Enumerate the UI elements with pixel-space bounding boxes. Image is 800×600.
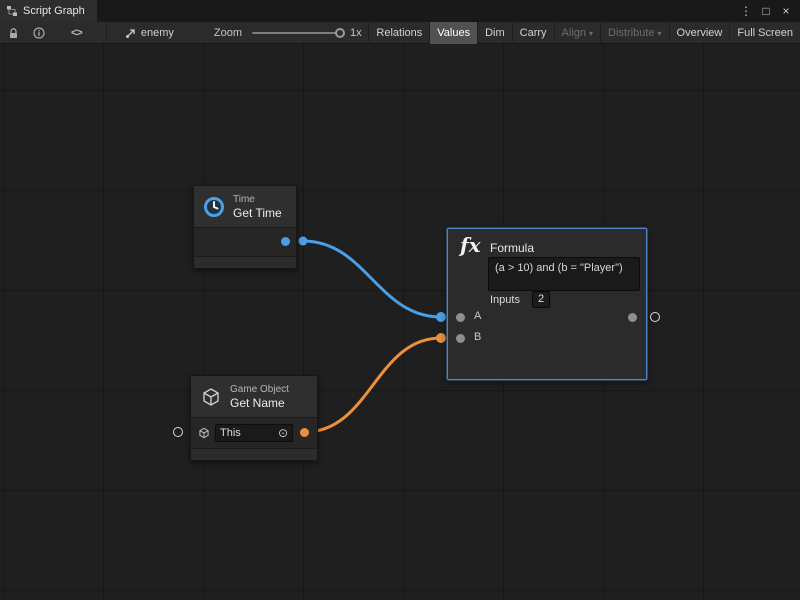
graph-toolbar: <> enemy Zoom 1x Relations Values Dim Ca… [0, 22, 800, 44]
node-get-time-body [194, 228, 296, 256]
dropdown-arrow-icon: ▾ [589, 29, 593, 38]
clock-icon [202, 195, 226, 219]
zoom-slider-handle[interactable] [335, 28, 345, 38]
node-category: Game Object [230, 384, 289, 396]
toolbar-button-relations[interactable]: Relations [368, 22, 429, 44]
toolbar-button-overview[interactable]: Overview [669, 22, 730, 44]
zoom-slider[interactable] [252, 32, 340, 34]
zoom-value: 1x [350, 27, 362, 39]
lock-icon [8, 27, 19, 39]
output-port-result-unconnected[interactable] [650, 312, 660, 322]
toolbar-button-group: Relations Values Dim Carry Align ▾ Distr… [368, 22, 800, 44]
output-port-time[interactable] [281, 237, 290, 246]
tab-title: Script Graph [23, 5, 85, 17]
object-picker-icon[interactable]: ⊙ [278, 426, 288, 440]
node-title: Get Name [230, 396, 289, 410]
output-port-name[interactable] [300, 428, 309, 437]
close-button[interactable]: × [778, 4, 794, 18]
output-port-result[interactable] [628, 313, 637, 322]
toolbar-button-distribute[interactable]: Distribute ▾ [600, 22, 668, 44]
node-get-name[interactable]: Game Object Get Name This ⊙ [190, 375, 318, 461]
wire-endpoint-dot[interactable] [436, 333, 446, 343]
input-port-b[interactable] [456, 334, 465, 343]
toolbar-button-fullscreen[interactable]: Full Screen [729, 22, 800, 44]
node-get-name-body: This ⊙ [191, 418, 317, 448]
port-b-label: B [474, 331, 481, 343]
script-graph-icon [6, 5, 18, 17]
node-title: Get Time [233, 206, 282, 220]
graph-canvas[interactable]: Time Get Time Game Object Get Name [0, 44, 800, 600]
input-port-target-unconnected[interactable] [173, 427, 183, 437]
node-footer [194, 256, 296, 268]
tab-script-graph[interactable]: Script Graph [0, 0, 97, 22]
inputs-label: Inputs [490, 294, 520, 306]
graph-name-breadcrumb[interactable]: enemy [125, 27, 174, 39]
node-get-time[interactable]: Time Get Time [193, 185, 297, 269]
more-menu-button[interactable]: ⋮ [738, 4, 754, 18]
title-bar: Script Graph ⋮ □ × [0, 0, 800, 22]
wire-layer [0, 44, 800, 600]
maximize-button[interactable]: □ [758, 4, 774, 18]
inputs-count-field[interactable]: 2 [532, 291, 550, 308]
node-title: Formula [490, 241, 534, 255]
port-a-label: A [474, 310, 481, 322]
target-value: This [220, 427, 241, 439]
toolbar-button-align[interactable]: Align ▾ [554, 22, 600, 44]
cube-icon [197, 426, 211, 440]
window-controls: ⋮ □ × [738, 0, 800, 22]
dropdown-arrow-icon: ▾ [658, 29, 662, 38]
info-button[interactable] [33, 22, 45, 44]
node-formula[interactable]: fx Formula (a > 10) and (b = "Player") I… [447, 228, 647, 380]
lock-button[interactable] [8, 22, 19, 44]
zoom-label: Zoom [214, 27, 242, 39]
game-object-cube-icon [199, 385, 223, 409]
toolbar-button-values[interactable]: Values [429, 22, 477, 44]
wire-gettime-to-formula-a[interactable] [303, 241, 441, 317]
graph-name-label: enemy [141, 27, 174, 39]
node-get-name-header[interactable]: Game Object Get Name [191, 376, 317, 418]
wire-endpoint-dot[interactable] [299, 237, 308, 246]
input-port-a[interactable] [456, 313, 465, 322]
graph-arrow-icon [125, 27, 137, 39]
info-icon [33, 27, 45, 39]
node-footer [191, 448, 317, 460]
script-graph-window: Script Graph ⋮ □ × <> [0, 0, 800, 600]
code-view-button[interactable]: <> [71, 22, 82, 44]
toolbar-button-carry[interactable]: Carry [512, 22, 554, 44]
node-get-time-header[interactable]: Time Get Time [194, 186, 296, 228]
wire-getname-to-formula-b[interactable] [305, 338, 441, 432]
toolbar-separator [106, 26, 107, 40]
formula-expression-input[interactable]: (a > 10) and (b = "Player") [488, 257, 640, 291]
node-category: Time [233, 194, 282, 206]
wire-endpoint-dot[interactable] [436, 312, 446, 322]
fx-icon: fx [460, 233, 481, 257]
target-dropdown[interactable]: This ⊙ [215, 424, 293, 442]
toolbar-button-dim[interactable]: Dim [477, 22, 512, 44]
